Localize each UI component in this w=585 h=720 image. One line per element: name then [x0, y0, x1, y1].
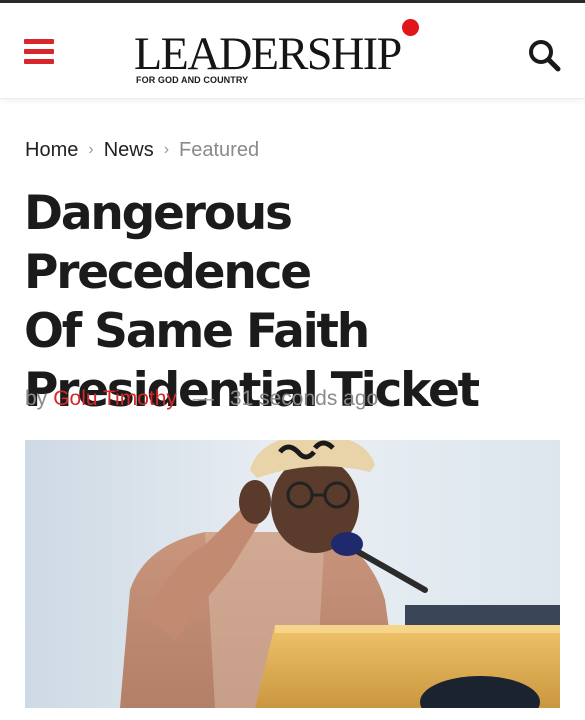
breadcrumb-news[interactable]: News: [104, 139, 154, 162]
breadcrumb: Home › News › Featured: [25, 137, 259, 163]
title-line: Of Same Faith: [24, 304, 370, 359]
logo-red-dot: [402, 19, 419, 36]
breadcrumb-home[interactable]: Home: [25, 139, 78, 162]
byline-dash: —: [192, 387, 214, 410]
logo-wordmark: LEADERSHIP: [134, 28, 402, 80]
hamburger-menu-icon[interactable]: [24, 39, 56, 65]
chevron-right-icon: ›: [163, 141, 170, 158]
title-line: Dangerous Precedence: [24, 186, 312, 300]
logo-tagline: FOR GOD AND COUNTRY: [136, 75, 249, 85]
article-byline: by Golu Timothy — 31 seconds ago: [25, 385, 378, 413]
featured-image[interactable]: [25, 440, 560, 708]
site-header: LEADERSHIP FOR GOD AND COUNTRY: [0, 3, 585, 99]
chevron-right-icon: ›: [88, 141, 94, 158]
search-icon[interactable]: [526, 37, 562, 73]
publish-time: 31 seconds ago: [229, 387, 379, 410]
by-label: by: [25, 387, 48, 410]
site-logo[interactable]: LEADERSHIP FOR GOD AND COUNTRY: [134, 19, 454, 87]
breadcrumb-featured: Featured: [179, 138, 260, 161]
author-link[interactable]: Golu Timothy: [53, 387, 177, 411]
